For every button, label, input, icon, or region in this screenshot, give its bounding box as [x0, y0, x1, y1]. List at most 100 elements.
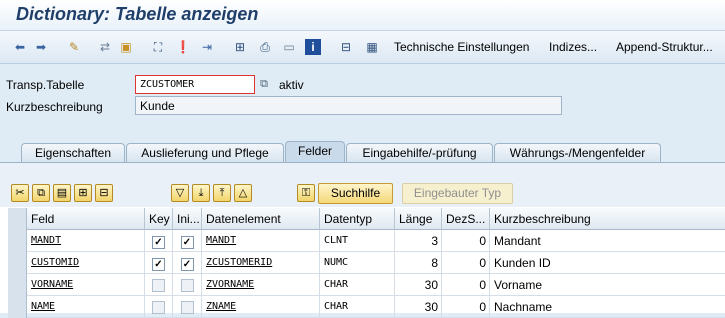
where-used-icon[interactable]: ⛶: [150, 39, 166, 55]
dezs-cell: 0: [442, 252, 490, 274]
col-feld[interactable]: Feld: [27, 208, 145, 230]
check-icon[interactable]: ❗: [175, 39, 191, 55]
laenge-cell: 30: [395, 296, 442, 318]
copy-value-icon[interactable]: ⧉: [256, 76, 272, 92]
laenge-cell: 3: [395, 230, 442, 252]
kurz-cell: Kunden ID: [494, 256, 551, 270]
hierarchy-icon[interactable]: ⊞: [232, 39, 248, 55]
col-key[interactable]: Key: [145, 208, 173, 230]
feld-cell[interactable]: CUSTOMID: [27, 252, 145, 274]
page-title: Dictionary: Tabelle anzeigen: [16, 4, 259, 24]
delete-row-icon[interactable]: ⊟: [95, 184, 113, 202]
append-struktur-button[interactable]: Append-Struktur...: [616, 40, 713, 54]
feld-cell[interactable]: MANDT: [27, 230, 145, 252]
col-dezs[interactable]: DezS...: [442, 208, 490, 230]
key-cell: [145, 296, 173, 318]
datenelement-cell[interactable]: ZVORNAME: [202, 274, 320, 296]
grid-icon[interactable]: ▦: [364, 39, 380, 55]
tab-felder[interactable]: Felder: [285, 141, 345, 163]
datenelement-cell[interactable]: ZNAME: [202, 296, 320, 318]
key-checkbox[interactable]: [152, 279, 165, 292]
suchhilfe-button[interactable]: Suchhilfe: [318, 183, 393, 204]
dezs-cell: 0: [442, 274, 490, 296]
grid-toolbar: ✂ ⧉ ▤ ⊞ ⊟ ▽ ⤓ ⤒ △ ⚿ Suchhilfe Eingebaute…: [0, 163, 725, 207]
table-row: CUSTOMID ✓ ✓ ZCUSTOMERID NUMC 8 0 Kunden…: [8, 252, 725, 274]
tab-auslieferung-und-pflege[interactable]: Auslieferung und Pflege: [126, 143, 284, 163]
cut-icon[interactable]: ✂: [11, 184, 29, 202]
insert-icon[interactable]: ⤓: [192, 184, 210, 202]
title-bar: Dictionary: Tabelle anzeigen: [0, 0, 725, 31]
datentyp-cell: CLNT: [320, 230, 395, 252]
row-selector[interactable]: [8, 252, 27, 274]
header-form: Transp.Tabelle ZCUSTOMER ⧉ aktiv Kurzbes…: [0, 64, 725, 124]
key-icon[interactable]: ⚿: [297, 184, 315, 202]
forward-icon[interactable]: ➡: [33, 39, 49, 55]
display-change-icon[interactable]: ✎: [66, 39, 82, 55]
application-toolbar: ⬅ ➡ ✎ ⇄ ▣ ⛶ ❗ ⇥ ⊞ ⎙ ▭ i ⊟ ▦ Technische E…: [0, 31, 725, 64]
activate-icon[interactable]: ⇥: [199, 39, 215, 55]
copy-icon[interactable]: ⧉: [32, 184, 50, 202]
kurz-cell: Vorname: [494, 278, 543, 292]
datenelement-cell[interactable]: MANDT: [202, 230, 320, 252]
technische-einstellungen-button[interactable]: Technische Einstellungen: [394, 40, 529, 54]
ini-cell: [173, 296, 202, 318]
fields-panel: ✂ ⧉ ▤ ⊞ ⊟ ▽ ⤓ ⤒ △ ⚿ Suchhilfe Eingebaute…: [0, 162, 725, 318]
col-ini[interactable]: Ini...: [173, 208, 202, 230]
datenelement-cell[interactable]: ZCUSTOMERID: [202, 252, 320, 274]
navigate-icon[interactable]: ⊟: [338, 39, 354, 55]
laenge-cell: 30: [395, 274, 442, 296]
key-cell: ✓: [145, 230, 173, 252]
key-checkbox[interactable]: ✓: [152, 236, 165, 249]
print-icon[interactable]: ⎙: [257, 39, 273, 55]
datentyp-cell: NUMC: [320, 252, 395, 274]
eingebauter-typ-button[interactable]: Eingebauter Typ: [402, 183, 513, 204]
col-datenelement[interactable]: Datenelement: [202, 208, 320, 230]
delete-icon[interactable]: ⤒: [213, 184, 231, 202]
initial-checkbox[interactable]: ✓: [180, 236, 194, 249]
back-icon[interactable]: ⬅: [12, 39, 28, 55]
other-object-icon[interactable]: ⇄: [97, 39, 113, 55]
laenge-cell: 8: [395, 252, 442, 274]
dezs-cell: 0: [442, 230, 490, 252]
filter-icon[interactable]: ▽: [171, 184, 189, 202]
status-text: aktiv: [279, 78, 304, 92]
active-inactive-icon[interactable]: ▣: [118, 39, 134, 55]
tab-eigenschaften[interactable]: Eigenschaften: [21, 143, 125, 163]
kurz-cell: Nachname: [494, 300, 553, 314]
initial-checkbox[interactable]: ✓: [180, 258, 194, 271]
dezs-cell: 0: [442, 296, 490, 318]
col-datentyp[interactable]: Datentyp: [320, 208, 395, 230]
col-laenge[interactable]: Länge: [395, 208, 442, 230]
tab-waehrungs-mengenfelder[interactable]: Währungs-/Mengenfelder: [494, 143, 661, 163]
table-row: VORNAME ZVORNAME CHAR 30 0 Vorname: [8, 274, 725, 296]
row-selector[interactable]: [8, 230, 27, 252]
insert-row-icon[interactable]: ⊞: [74, 184, 92, 202]
initial-checkbox[interactable]: [180, 279, 194, 292]
layout-icon[interactable]: ▭: [281, 39, 297, 55]
short-description-label: Kurzbeschreibung: [6, 100, 103, 114]
table-label: Transp.Tabelle: [6, 78, 85, 92]
row-selector[interactable]: [8, 274, 27, 296]
indizes-button[interactable]: Indizes...: [549, 40, 597, 54]
initial-checkbox[interactable]: [180, 301, 194, 314]
table-row: NAME ZNAME CHAR 30 0 Nachname: [8, 296, 725, 318]
key-checkbox[interactable]: [152, 301, 165, 314]
tab-strip: Eigenschaften Auslieferung und Pflege Fe…: [0, 141, 725, 163]
select-all-cell[interactable]: [8, 208, 27, 230]
short-description-field[interactable]: Kunde: [135, 96, 562, 115]
ini-cell: [173, 274, 202, 296]
key-cell: ✓: [145, 252, 173, 274]
kurz-cell: Mandant: [494, 234, 541, 248]
feld-cell[interactable]: VORNAME: [27, 274, 145, 296]
row-selector[interactable]: [8, 296, 27, 318]
feld-cell[interactable]: NAME: [27, 296, 145, 318]
info-icon[interactable]: i: [305, 39, 321, 55]
key-cell: [145, 274, 173, 296]
datentyp-cell: CHAR: [320, 296, 395, 318]
table-name-field[interactable]: ZCUSTOMER: [135, 75, 255, 94]
tab-eingabehilfe-pruefung[interactable]: Eingabehilfe/-prüfung: [346, 143, 493, 163]
col-kurzbeschreibung[interactable]: Kurzbeschreibung: [490, 208, 725, 230]
paste-icon[interactable]: ▤: [53, 184, 71, 202]
key-checkbox[interactable]: ✓: [152, 258, 165, 271]
find-icon[interactable]: △: [234, 184, 252, 202]
